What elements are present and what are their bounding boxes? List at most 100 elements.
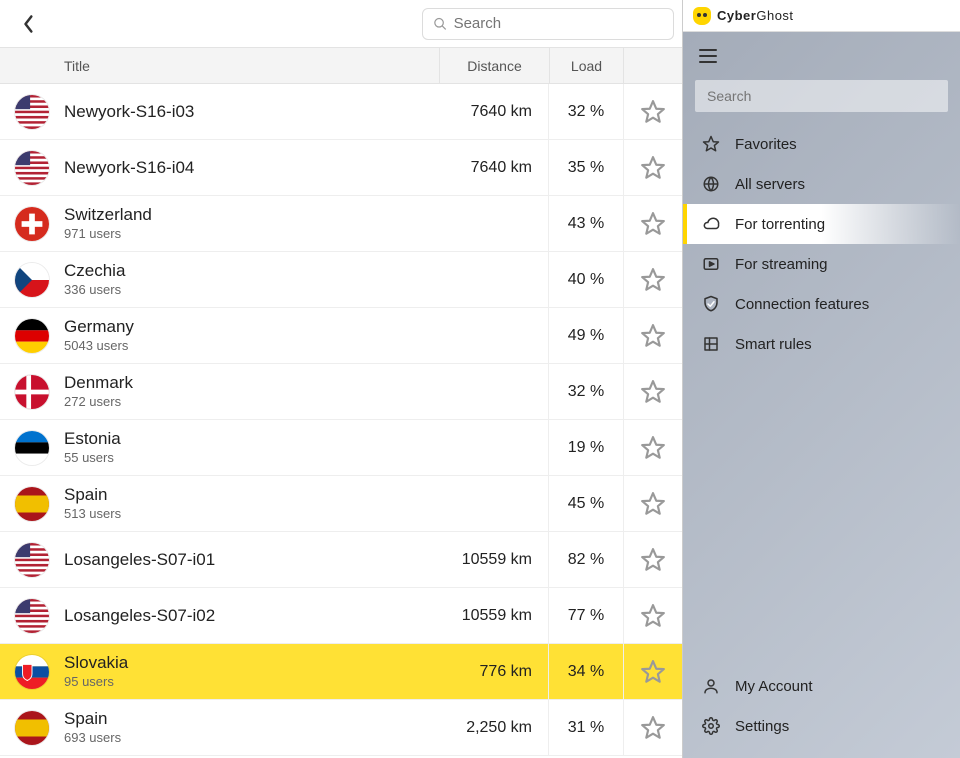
favorite-toggle[interactable] (624, 211, 682, 237)
server-load: 32 % (549, 103, 623, 121)
nav-item-smart-rules[interactable]: Smart rules (683, 324, 960, 364)
server-title: Slovakia (64, 653, 438, 673)
server-title-block: Spain513 users (64, 485, 438, 521)
chevron-left-icon (21, 14, 35, 34)
flag-icon (14, 374, 50, 410)
server-title-block: Czechia336 users (64, 261, 438, 297)
hamburger-icon (699, 49, 717, 63)
menu-button[interactable] (683, 32, 960, 80)
server-list[interactable]: Newyork-S16-i037640 km32 %Newyork-S16-i0… (0, 84, 682, 758)
column-headers: Title Distance Load (0, 48, 682, 84)
favorite-toggle[interactable] (624, 603, 682, 629)
server-row[interactable]: Estonia55 users 19 % (0, 420, 682, 476)
nav-label: My Account (735, 678, 813, 695)
server-users: 272 users (64, 395, 438, 410)
nav-menu: Favorites All servers For torrenting For st… (683, 124, 960, 364)
nav-label: Favorites (735, 136, 797, 153)
nav-label: Connection features (735, 296, 869, 313)
gear-icon (701, 717, 721, 735)
server-distance: 7640 km (438, 103, 548, 121)
server-users: 971 users (64, 227, 438, 242)
favorite-toggle[interactable] (624, 491, 682, 517)
server-row[interactable]: Slovakia95 users776 km34 % (0, 644, 682, 700)
favorite-toggle[interactable] (624, 547, 682, 573)
nav-label: For torrenting (735, 216, 825, 233)
server-title-block: Newyork-S16-i04 (64, 158, 438, 178)
nav-item-for-torrenting[interactable]: For torrenting (683, 204, 960, 244)
server-row[interactable]: Losangeles-S07-i0210559 km77 % (0, 588, 682, 644)
server-row[interactable]: Losangeles-S07-i0110559 km82 % (0, 532, 682, 588)
nav-item-all-servers[interactable]: All servers (683, 164, 960, 204)
back-button[interactable] (0, 14, 56, 34)
col-distance[interactable]: Distance (440, 48, 550, 83)
brand-bar: CyberGhost (683, 0, 960, 32)
favorite-toggle[interactable] (624, 379, 682, 405)
flag-icon (14, 262, 50, 298)
favorite-toggle[interactable] (624, 267, 682, 293)
server-title-block: Losangeles-S07-i01 (64, 550, 438, 570)
server-row[interactable]: Spain693 users2,250 km31 % (0, 700, 682, 756)
bottom-menu: My Account Settings (683, 666, 960, 758)
server-pane: Title Distance Load Newyork-S16-i037640 … (0, 0, 682, 758)
server-title-block: Estonia55 users (64, 429, 438, 465)
server-row[interactable]: Spain513 users45 % (0, 476, 682, 532)
server-load: 31 % (549, 719, 623, 737)
col-title[interactable]: Title (0, 48, 440, 83)
server-load: 40 % (549, 271, 623, 289)
server-load: 19 % (549, 439, 623, 457)
flag-icon (14, 94, 50, 130)
server-title-block: Losangeles-S07-i02 (64, 606, 438, 626)
server-search-input[interactable] (454, 15, 663, 32)
favorite-toggle[interactable] (624, 323, 682, 349)
server-row[interactable]: Switzerland971 users43 % (0, 196, 682, 252)
grid-icon (701, 335, 721, 353)
flag-icon (14, 486, 50, 522)
server-title: Germany (64, 317, 438, 337)
nav-item-settings[interactable]: Settings (683, 706, 960, 746)
server-row[interactable]: Denmark272 users32 % (0, 364, 682, 420)
nav-item-favorites[interactable]: Favorites (683, 124, 960, 164)
flag-icon (14, 542, 50, 578)
nav-item-my-account[interactable]: My Account (683, 666, 960, 706)
col-load[interactable]: Load (550, 48, 624, 83)
panel-search-input[interactable] (695, 80, 948, 112)
nav-label: Smart rules (735, 336, 812, 353)
server-row[interactable]: Czechia336 users 40 % (0, 252, 682, 308)
flag-icon (14, 150, 50, 186)
server-search[interactable] (422, 8, 674, 40)
server-title: Czechia (64, 261, 438, 281)
server-title: Losangeles-S07-i01 (64, 550, 438, 570)
server-title: Losangeles-S07-i02 (64, 606, 438, 626)
server-distance: 7640 km (438, 159, 548, 177)
server-row[interactable]: Germany5043 users49 % (0, 308, 682, 364)
server-title-block: Denmark 272 users (64, 373, 438, 409)
favorite-toggle[interactable] (624, 155, 682, 181)
flag-icon (14, 430, 50, 466)
flag-icon (14, 206, 50, 242)
flag-icon (14, 598, 50, 634)
favorite-toggle[interactable] (624, 99, 682, 125)
server-distance: 776 km (438, 663, 548, 681)
server-row[interactable]: Newyork-S16-i037640 km32 % (0, 84, 682, 140)
flag-icon (14, 710, 50, 746)
server-distance: 10559 km (438, 607, 548, 625)
favorite-toggle[interactable] (624, 715, 682, 741)
globe-icon (701, 175, 721, 193)
server-title: Denmark (64, 373, 438, 393)
server-title: Switzerland (64, 205, 438, 225)
user-icon (701, 677, 721, 695)
nav-item-for-streaming[interactable]: For streaming (683, 244, 960, 284)
favorite-toggle[interactable] (624, 659, 682, 685)
nav-item-connection-features[interactable]: Connection features (683, 284, 960, 324)
server-row[interactable]: Newyork-S16-i047640 km35 % (0, 140, 682, 196)
server-users: 55 users (64, 451, 438, 466)
favorite-toggle[interactable] (624, 435, 682, 461)
shield-icon (701, 295, 721, 313)
server-title-block: Switzerland 971 users (64, 205, 438, 241)
cyberghost-logo-icon (693, 7, 711, 25)
topbar (0, 0, 682, 48)
star-icon (701, 135, 721, 153)
server-load: 34 % (549, 663, 623, 681)
flag-icon (14, 654, 50, 690)
nav-label: Settings (735, 718, 789, 735)
